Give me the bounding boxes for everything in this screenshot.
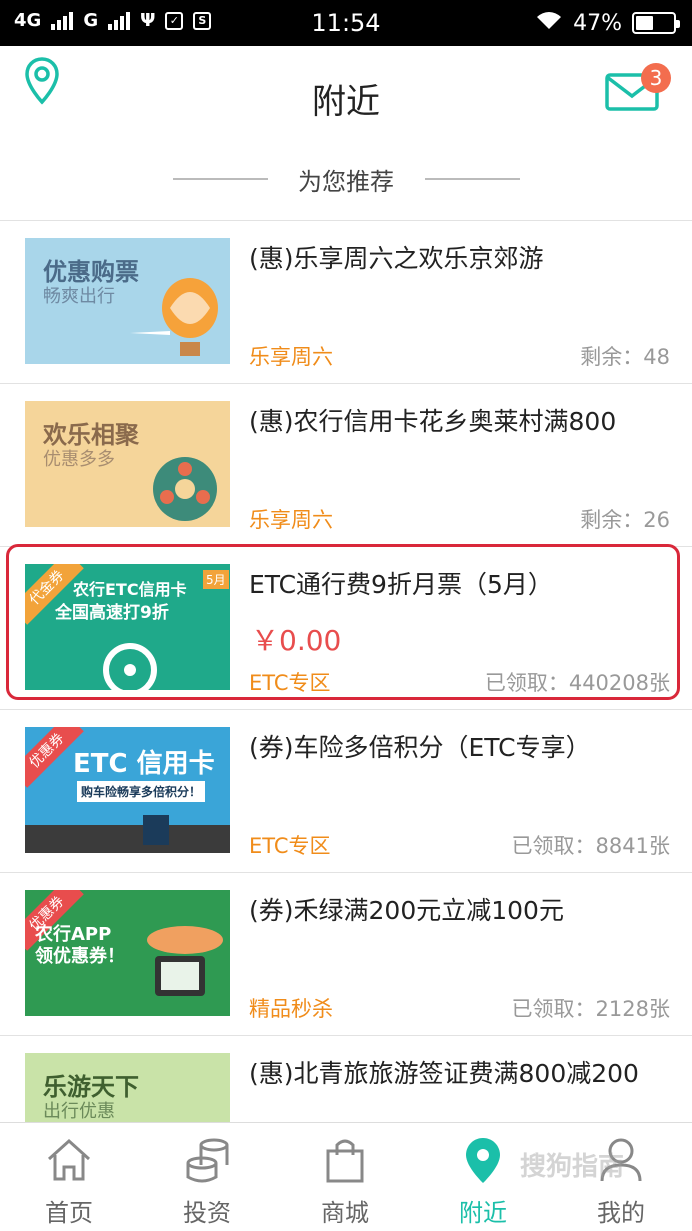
coins-icon xyxy=(186,1138,229,1183)
offer-thumbnail: 优惠券 ETC 信用卡 购车险畅享多倍积分！ xyxy=(25,727,230,853)
offer-title: (惠)农行信用卡花乡奥莱村满800 xyxy=(249,407,617,436)
location-pin-icon xyxy=(466,1138,500,1183)
film-reel-icon xyxy=(153,457,217,521)
thumb-subtitle: 畅爽出行 xyxy=(43,286,115,307)
tab-invest[interactable]: 投资 xyxy=(138,1123,276,1231)
home-icon xyxy=(47,1138,91,1181)
recommend-section-header: 为您推荐 xyxy=(0,146,692,220)
offer-title: (券)禾绿满200元立减100元 xyxy=(249,896,564,925)
wifi-icon xyxy=(535,9,563,37)
offer-stat: 剩余：48 xyxy=(580,345,670,369)
status-right: 47% xyxy=(535,9,680,37)
offer-tag: ETC专区 xyxy=(249,671,331,695)
recommend-label: 为您推荐 xyxy=(298,168,394,196)
offer-thumbnail: 代金券 5月 农行ETC信用卡 全国高速打9折 xyxy=(25,564,230,690)
steering-wheel-icon xyxy=(103,643,157,690)
thumb-subtitle: 购车险畅享多倍积分！ xyxy=(77,781,206,802)
tab-label: 附近 xyxy=(459,1199,507,1227)
offer-thumbnail: 优惠购票 畅爽出行 xyxy=(25,238,230,364)
offer-list: 优惠购票 畅爽出行 (惠)乐享周六之欢乐京郊游 乐享周六 剩余：48 欢乐相聚 … xyxy=(0,220,692,1199)
plane-icon xyxy=(130,331,170,335)
watermark: 搜狗指南 xyxy=(520,1152,625,1182)
offer-tag: 乐享周六 xyxy=(249,508,333,532)
offer-stat: 剩余：26 xyxy=(580,508,670,532)
tab-label: 首页 xyxy=(45,1199,93,1227)
status-bar: 4G G Ψ ✓ S 11:54 47% xyxy=(0,0,692,46)
offer-stat: 已领取：440208张 xyxy=(484,671,670,695)
tab-label: 商城 xyxy=(321,1199,369,1227)
page-title: 附近 xyxy=(312,82,380,122)
offer-stat: 已领取：2128张 xyxy=(511,997,670,1021)
offer-title: (惠)乐享周六之欢乐京郊游 xyxy=(249,244,544,273)
list-item[interactable]: 欢乐相聚 优惠多多 (惠)农行信用卡花乡奥莱村满800 乐享周六 剩余：26 xyxy=(0,384,692,547)
offer-price: ￥0.00 xyxy=(251,624,342,657)
offer-tag: ETC专区 xyxy=(249,834,331,858)
phone-payment-icon xyxy=(147,926,223,996)
offer-title: ETC通行费9折月票（5月） xyxy=(249,570,553,599)
list-item[interactable]: 优惠券 农行APP 领优惠券！ (券)禾绿满200元立减100元 精品秒杀 已领… xyxy=(0,873,692,1036)
tab-label: 投资 xyxy=(183,1199,231,1227)
offer-stat: 已领取：8841张 xyxy=(511,834,670,858)
app-header: 附近 3 xyxy=(0,46,692,146)
offer-tag: 精品秒杀 xyxy=(249,997,333,1021)
thumb-subtitle: 优惠多多 xyxy=(43,449,115,470)
thumb-subtitle: 全国高速打9折 xyxy=(55,603,169,623)
thumb-month: 5月 xyxy=(203,570,229,589)
balloon-icon xyxy=(162,278,218,356)
mail-badge: 3 xyxy=(641,63,671,93)
offer-title: (惠)北青旅旅游签证费满800减200 xyxy=(249,1059,639,1088)
battery-percent: 47% xyxy=(573,10,622,36)
road-graphic xyxy=(25,815,230,853)
divider-right xyxy=(425,178,520,180)
offer-tag: 乐享周六 xyxy=(249,345,333,369)
list-item[interactable]: 优惠券 ETC 信用卡 购车险畅享多倍积分！ (券)车险多倍积分（ETC专享） … xyxy=(0,710,692,873)
offer-thumbnail: 欢乐相聚 优惠多多 xyxy=(25,401,230,527)
thumb-subtitle: 出行优惠 xyxy=(43,1101,115,1122)
offer-title: (券)车险多倍积分（ETC专享） xyxy=(249,733,591,762)
thumb-title: ETC 信用卡 xyxy=(73,749,215,779)
tab-mall[interactable]: 商城 xyxy=(276,1123,414,1231)
list-item-selected[interactable]: 代金券 5月 农行ETC信用卡 全国高速打9折 ETC通行费9折月票（5月） ￥… xyxy=(0,547,692,710)
thumb-title: 农行ETC信用卡 xyxy=(73,580,187,599)
battery-icon xyxy=(632,12,680,34)
thumb-subtitle: 领优惠券！ xyxy=(35,946,125,967)
tab-label: 我的 xyxy=(597,1199,645,1227)
offer-thumbnail: 优惠券 农行APP 领优惠券！ xyxy=(25,890,230,1016)
shopping-bag-icon xyxy=(326,1139,364,1183)
tab-home[interactable]: 首页 xyxy=(0,1123,138,1231)
list-item[interactable]: 优惠购票 畅爽出行 (惠)乐享周六之欢乐京郊游 乐享周六 剩余：48 xyxy=(0,221,692,384)
